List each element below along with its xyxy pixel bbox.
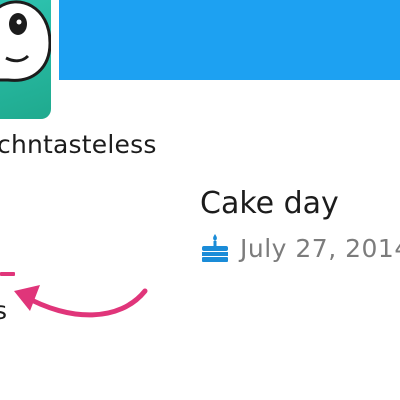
cake-day-date: July 27, 2014 — [240, 233, 400, 263]
profile-banner — [59, 0, 400, 80]
profile-screen: chntasteless Cake day July 27, 2014 s — [0, 0, 400, 400]
cake-day-row: July 27, 2014 — [200, 230, 400, 266]
active-tab-underline — [0, 272, 15, 276]
profile-avatar[interactable] — [0, 0, 51, 119]
stat-label-partial: s — [0, 296, 8, 325]
cake-icon — [202, 234, 228, 262]
profile-username: chntasteless — [0, 130, 157, 159]
cake-day-title: Cake day — [200, 186, 339, 221]
snoo-panda-avatar-icon — [0, 0, 51, 82]
